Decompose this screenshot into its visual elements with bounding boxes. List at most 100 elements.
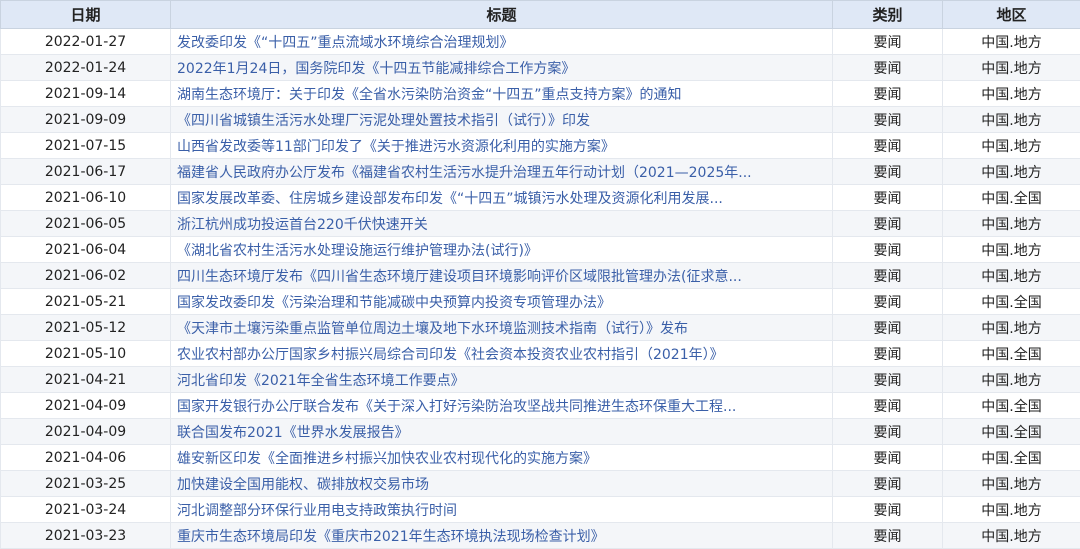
title-link[interactable]: 国家开发银行办公厅联合发布《关于深入打好污染防治攻坚战共同推进生态环保重大工程.… [177,399,736,415]
table-row: 2021-07-15 山西省发改委等11部门印发了《关于推进污水资源化利用的实施方… [1,133,1080,159]
header-region[interactable]: 地区 [943,1,1080,29]
type-cell: 要闻 [833,107,943,133]
region-cell: 中国.全国 [943,341,1080,367]
title-cell: 雄安新区印发《全面推进乡村振兴加快农业农村现代化的实施方案》 [171,445,833,471]
title-cell: 国家发改委印发《污染治理和节能减碳中央预算内投资专项管理办法》 [171,289,833,315]
title-link[interactable]: 《四川省城镇生活污水处理厂污泥处理处置技术指引（试行）》印发 [177,113,590,129]
title-link[interactable]: 河北调整部分环保行业用电支持政策执行时间 [177,503,457,519]
title-link[interactable]: 四川生态环境厅发布《四川省生态环境厅建设项目环境影响评价区域限批管理办法(征求意… [177,269,742,285]
date-cell: 2021-03-25 [1,471,171,497]
region-cell: 中国.地方 [943,523,1080,549]
table-row: 2021-04-09联合国发布2021《世界水发展报告》要闻中国.全国 [1,419,1080,445]
type-cell: 要闻 [833,341,943,367]
title-cell: 《天津市土壤污染重点监管单位周边土壤及地下水环境监测技术指南（试行）》发布 [171,315,833,341]
region-cell: 中国.地方 [943,497,1080,523]
title-link[interactable]: 《天津市土壤污染重点监管单位周边土壤及地下水环境监测技术指南（试行）》发布 [177,321,688,337]
region-cell: 中国.地方 [943,315,1080,341]
table-row: 2021-06-10 国家发展改革委、住房城乡建设部发布印发《“十四五”城镇污水处… [1,185,1080,211]
title-cell: 农业农村部办公厅国家乡村振兴局综合司印发《社会资本投资农业农村指引（2021年）… [171,341,833,367]
type-cell: 要闻 [833,237,943,263]
header-row: 日期 标题 类别 地区 [1,1,1080,29]
title-cell: 联合国发布2021《世界水发展报告》 [171,419,833,445]
type-cell: 要闻 [833,211,943,237]
date-cell: 2021-06-04 [1,237,171,263]
title-cell: 四川生态环境厅发布《四川省生态环境厅建设项目环境影响评价区域限批管理办法(征求意… [171,263,833,289]
date-cell: 2021-09-14 [1,81,171,107]
title-cell: 发改委印发《“十四五”重点流域水环境综合治理规划》 [171,29,833,55]
title-cell: 《四川省城镇生活污水处理厂污泥处理处置技术指引（试行）》印发 [171,107,833,133]
type-cell: 要闻 [833,419,943,445]
title-link[interactable]: 山西省发改委等11部门印发了《关于推进污水资源化利用的实施方案》 [177,139,615,155]
header-title[interactable]: 标题 [171,1,833,29]
date-cell: 2021-05-21 [1,289,171,315]
title-cell: 国家发展改革委、住房城乡建设部发布印发《“十四五”城镇污水处理及资源化利用发展.… [171,185,833,211]
type-cell: 要闻 [833,159,943,185]
date-cell: 2021-07-15 [1,133,171,159]
date-cell: 2021-09-09 [1,107,171,133]
title-link[interactable]: 重庆市生态环境局印发《重庆市2021年生态环境执法现场检查计划》 [177,529,605,545]
table-row: 2021-06-04 《湖北省农村生活污水处理设施运行维护管理办法(试行)》 要闻中… [1,237,1080,263]
region-cell: 中国.地方 [943,55,1080,81]
title-link[interactable]: 2022年1月24日，国务院印发《十四五节能减排综合工作方案》 [177,61,575,77]
region-cell: 中国.全国 [943,185,1080,211]
type-cell: 要闻 [833,185,943,211]
region-cell: 中国.地方 [943,471,1080,497]
date-cell: 2022-01-27 [1,29,171,55]
title-link[interactable]: 雄安新区印发《全面推进乡村振兴加快农业农村现代化的实施方案》 [177,451,597,467]
table-row: 2021-09-14 湖南生态环境厅：关于印发《全省水污染防治资金“十四五”重点支… [1,81,1080,107]
title-link[interactable]: 农业农村部办公厅国家乡村振兴局综合司印发《社会资本投资农业农村指引（2021年）… [177,347,724,363]
date-cell: 2021-05-12 [1,315,171,341]
title-link[interactable]: 加快建设全国用能权、碳排放权交易市场 [177,477,429,493]
title-link[interactable]: 河北省印发《2021年全省生态环境工作要点》 [177,373,465,389]
header-type[interactable]: 类别 [833,1,943,29]
title-link[interactable]: 国家发改委印发《污染治理和节能减碳中央预算内投资专项管理办法》 [177,295,611,311]
table-row: 2021-03-25 加快建设全国用能权、碳排放权交易市场 要闻中国.地方 [1,471,1080,497]
region-cell: 中国.全国 [943,393,1080,419]
title-cell: 浙江杭州成功投运首台220千伏快速开关 [171,211,833,237]
table-row: 2022-01-27发改委印发《“十四五”重点流域水环境综合治理规划》要闻中国.… [1,29,1080,55]
title-link[interactable]: 联合国发布2021《世界水发展报告》 [177,425,409,441]
table-row: 2021-04-09国家开发银行办公厅联合发布《关于深入打好污染防治攻坚战共同推… [1,393,1080,419]
region-cell: 中国.地方 [943,107,1080,133]
table-row: 2021-04-21河北省印发《2021年全省生态环境工作要点》要闻中国.地方 [1,367,1080,393]
region-cell: 中国.地方 [943,159,1080,185]
date-cell: 2021-06-10 [1,185,171,211]
title-cell: 河北调整部分环保行业用电支持政策执行时间 [171,497,833,523]
region-cell: 中国.地方 [943,133,1080,159]
title-link[interactable]: 浙江杭州成功投运首台220千伏快速开关 [177,217,428,233]
type-cell: 要闻 [833,263,943,289]
date-cell: 2021-05-10 [1,341,171,367]
date-cell: 2021-03-24 [1,497,171,523]
type-cell: 要闻 [833,471,943,497]
date-cell: 2021-06-17 [1,159,171,185]
date-cell: 2021-04-21 [1,367,171,393]
type-cell: 要闻 [833,81,943,107]
title-link[interactable]: 《湖北省农村生活污水处理设施运行维护管理办法(试行)》 [177,243,538,259]
region-cell: 中国.地方 [943,29,1080,55]
table-row: 2022-01-24 2022年1月24日，国务院印发《十四五节能减排综合工作方案… [1,55,1080,81]
table-row: 2021-03-24 河北调整部分环保行业用电支持政策执行时间 要闻中国.地方 [1,497,1080,523]
table-header: 日期 标题 类别 地区 [1,1,1080,29]
title-link[interactable]: 福建省人民政府办公厅发布《福建省农村生活污水提升治理五年行动计划（2021—20… [177,165,752,181]
title-link[interactable]: 发改委印发《“十四五”重点流域水环境综合治理规划》 [177,35,514,51]
region-cell: 中国.地方 [943,237,1080,263]
type-cell: 要闻 [833,55,943,81]
type-cell: 要闻 [833,497,943,523]
table-row: 2021-06-05浙江杭州成功投运首台220千伏快速开关要闻中国.地方 [1,211,1080,237]
header-date[interactable]: 日期 [1,1,171,29]
title-link[interactable]: 国家发展改革委、住房城乡建设部发布印发《“十四五”城镇污水处理及资源化利用发展.… [177,191,723,207]
type-cell: 要闻 [833,289,943,315]
date-cell: 2021-04-09 [1,419,171,445]
region-cell: 中国.全国 [943,445,1080,471]
table-row: 2021-05-12 《天津市土壤污染重点监管单位周边土壤及地下水环境监测技术指南… [1,315,1080,341]
title-link[interactable]: 湖南生态环境厅：关于印发《全省水污染防治资金“十四五”重点支持方案》的通知 [177,87,682,103]
title-cell: 河北省印发《2021年全省生态环境工作要点》 [171,367,833,393]
region-cell: 中国.全国 [943,289,1080,315]
table-row: 2021-06-02四川生态环境厅发布《四川省生态环境厅建设项目环境影响评价区域… [1,263,1080,289]
title-cell: 加快建设全国用能权、碳排放权交易市场 [171,471,833,497]
table-row: 2021-06-17 福建省人民政府办公厅发布《福建省农村生活污水提升治理五年行动… [1,159,1080,185]
date-cell: 2022-01-24 [1,55,171,81]
title-cell: 湖南生态环境厅：关于印发《全省水污染防治资金“十四五”重点支持方案》的通知 [171,81,833,107]
type-cell: 要闻 [833,445,943,471]
region-cell: 中国.地方 [943,367,1080,393]
